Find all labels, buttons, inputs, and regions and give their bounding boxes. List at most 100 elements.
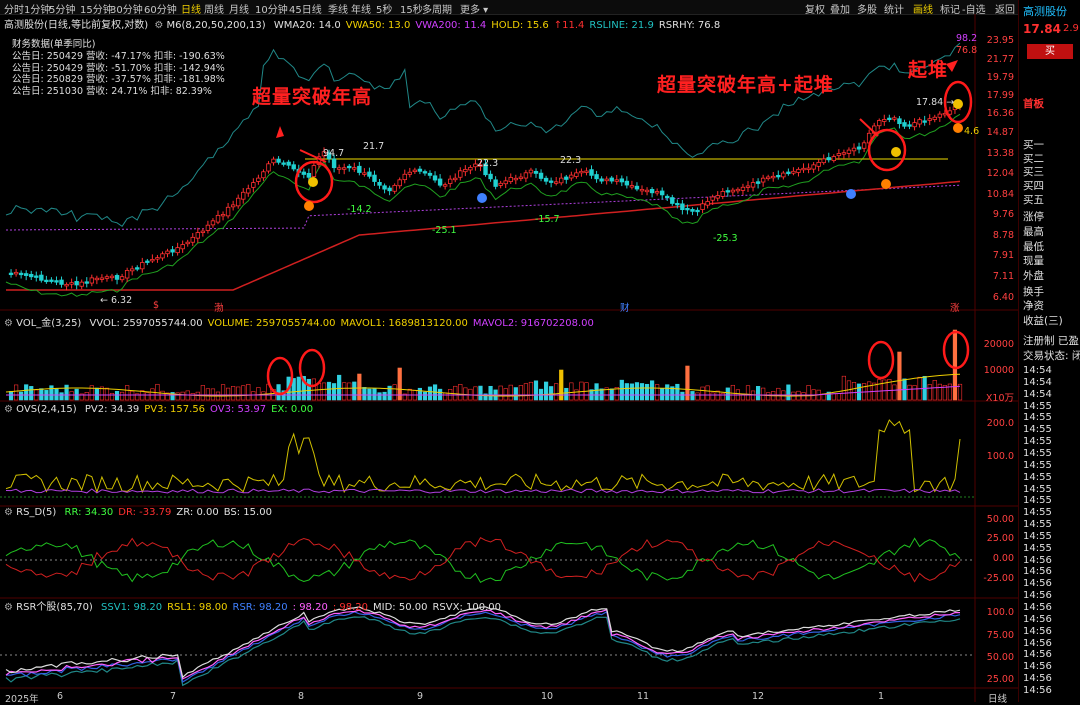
- y-tick: 20000: [983, 339, 1014, 350]
- volume-bar: [160, 390, 165, 401]
- tick-time: 14:55: [1023, 400, 1052, 412]
- y-tick: 0.00: [992, 553, 1014, 564]
- candle-body: [730, 189, 736, 193]
- gear-icon[interactable]: ⚙: [4, 318, 13, 329]
- candle-body: [94, 277, 100, 281]
- volume-bar: [720, 393, 725, 401]
- rsr-pink-series: [5, 609, 960, 680]
- volume-bar: [195, 391, 200, 401]
- gear-icon[interactable]: ⚙: [4, 507, 13, 518]
- tick-time: 14:56: [1023, 613, 1052, 625]
- candle-body: [922, 120, 927, 123]
- y-tick: 14.87: [986, 127, 1014, 138]
- candle-body: [887, 117, 892, 121]
- candle-body: [129, 268, 135, 272]
- indicator-value: DR: -33.79: [118, 507, 172, 518]
- volume-bar: [200, 385, 205, 401]
- rsr-title[interactable]: RSR个股(85,70): [16, 602, 93, 613]
- candle-body: [594, 174, 599, 180]
- candle-body: [826, 157, 831, 161]
- candle-body: [745, 185, 751, 188]
- candle-body: [907, 124, 912, 127]
- candle-body: [665, 195, 670, 199]
- indicator-value: RSR: 98.20: [232, 602, 288, 613]
- volume-bar: [655, 384, 660, 401]
- candle-body: [690, 209, 695, 212]
- volume-bar: [109, 393, 115, 401]
- candle-body: [135, 267, 140, 270]
- candle-body: [776, 174, 781, 178]
- candle-body: [261, 171, 266, 179]
- candle-body: [528, 169, 534, 174]
- main-indicator[interactable]: M6(8,20,50,200,13): [167, 20, 266, 31]
- tick-time: 14:55: [1023, 424, 1052, 436]
- quote-row: 买四: [1023, 180, 1044, 192]
- volume-bar: [644, 383, 650, 401]
- candle-body: [831, 156, 837, 161]
- indicator-value: RSL1: 98.00: [167, 602, 228, 613]
- ov3-series: [5, 488, 961, 494]
- volume-bar: [251, 391, 256, 401]
- first-board-tag: 首板: [1023, 98, 1044, 110]
- tick-time: 14:56: [1023, 673, 1052, 685]
- volume-bar: [755, 386, 761, 401]
- gear-icon[interactable]: ⚙: [154, 20, 163, 31]
- candle-body: [609, 177, 614, 182]
- volume-bar: [241, 385, 246, 401]
- tick-time: 14:56: [1023, 554, 1052, 566]
- volume-bar: [523, 383, 529, 401]
- volume-bar: [54, 388, 59, 401]
- candle-body: [442, 184, 448, 187]
- volume-bar: [256, 387, 261, 401]
- candle-body: [619, 178, 625, 183]
- candle-body: [861, 142, 867, 149]
- volume-bar: [210, 388, 216, 401]
- volume-bar: [392, 384, 397, 401]
- annotation-breakout: 超量突破年高: [252, 86, 373, 108]
- candle-body: [937, 113, 943, 118]
- candle-body: [892, 117, 897, 120]
- tick-time: 14:56: [1023, 590, 1052, 602]
- candle-body: [715, 195, 720, 199]
- candle-body: [69, 282, 74, 285]
- volume-bar: [680, 391, 685, 401]
- ovs-title[interactable]: OVS(2,4,15): [16, 404, 77, 415]
- buy-button[interactable]: 买: [1027, 44, 1073, 59]
- candle-body: [574, 172, 579, 177]
- gear-icon[interactable]: ⚙: [4, 602, 13, 613]
- tick-time: 14:55: [1023, 412, 1052, 424]
- volume-bar: [246, 384, 251, 401]
- volume-bar: [427, 386, 433, 401]
- candle-body: [180, 244, 185, 250]
- volume-bar: [190, 393, 195, 401]
- volume-bar: [19, 391, 24, 401]
- candle-body: [13, 271, 19, 275]
- candle-body: [700, 203, 705, 210]
- indicator-value: VVOL: 2597055744.00: [89, 318, 203, 329]
- candle-body: [195, 232, 201, 239]
- volume-bar: [24, 384, 29, 401]
- indicator-value: WMA20: 14.0: [273, 20, 341, 31]
- stock-name[interactable]: 高测股份: [1023, 3, 1067, 19]
- volume-bar: [690, 391, 695, 401]
- ovs-values: PV2: 34.39 PV3: 157.56 OV3: 53.97 EX: 0.00: [80, 404, 313, 415]
- rs-title[interactable]: RS_D(5): [16, 507, 56, 518]
- volume-bar: [766, 392, 771, 401]
- vol-title[interactable]: VOL_金(3,25): [16, 318, 81, 329]
- candle-body: [387, 187, 392, 192]
- quote-row: 买五: [1023, 194, 1044, 206]
- y-tick: 25.00: [986, 674, 1014, 685]
- main-indicator-values: WMA20: 14.0 VWA50: 13.0 VWA200: 11.4 HOLD: …: [269, 20, 720, 31]
- volume-bar: [503, 388, 508, 401]
- candle-body: [705, 201, 710, 206]
- marker-fin: 财: [620, 303, 630, 314]
- volume-bar: [64, 384, 69, 401]
- x-tick: 9: [417, 691, 424, 702]
- candle-body: [740, 186, 746, 191]
- gear-icon[interactable]: ⚙: [4, 404, 13, 415]
- candle-body: [710, 196, 715, 201]
- highlight-circle: [867, 340, 895, 380]
- vol-values: VVOL: 2597055744.00 VOLUME: 2597055744.00…: [85, 318, 594, 329]
- volume-bar: [342, 382, 347, 401]
- volume-bar: [261, 391, 266, 401]
